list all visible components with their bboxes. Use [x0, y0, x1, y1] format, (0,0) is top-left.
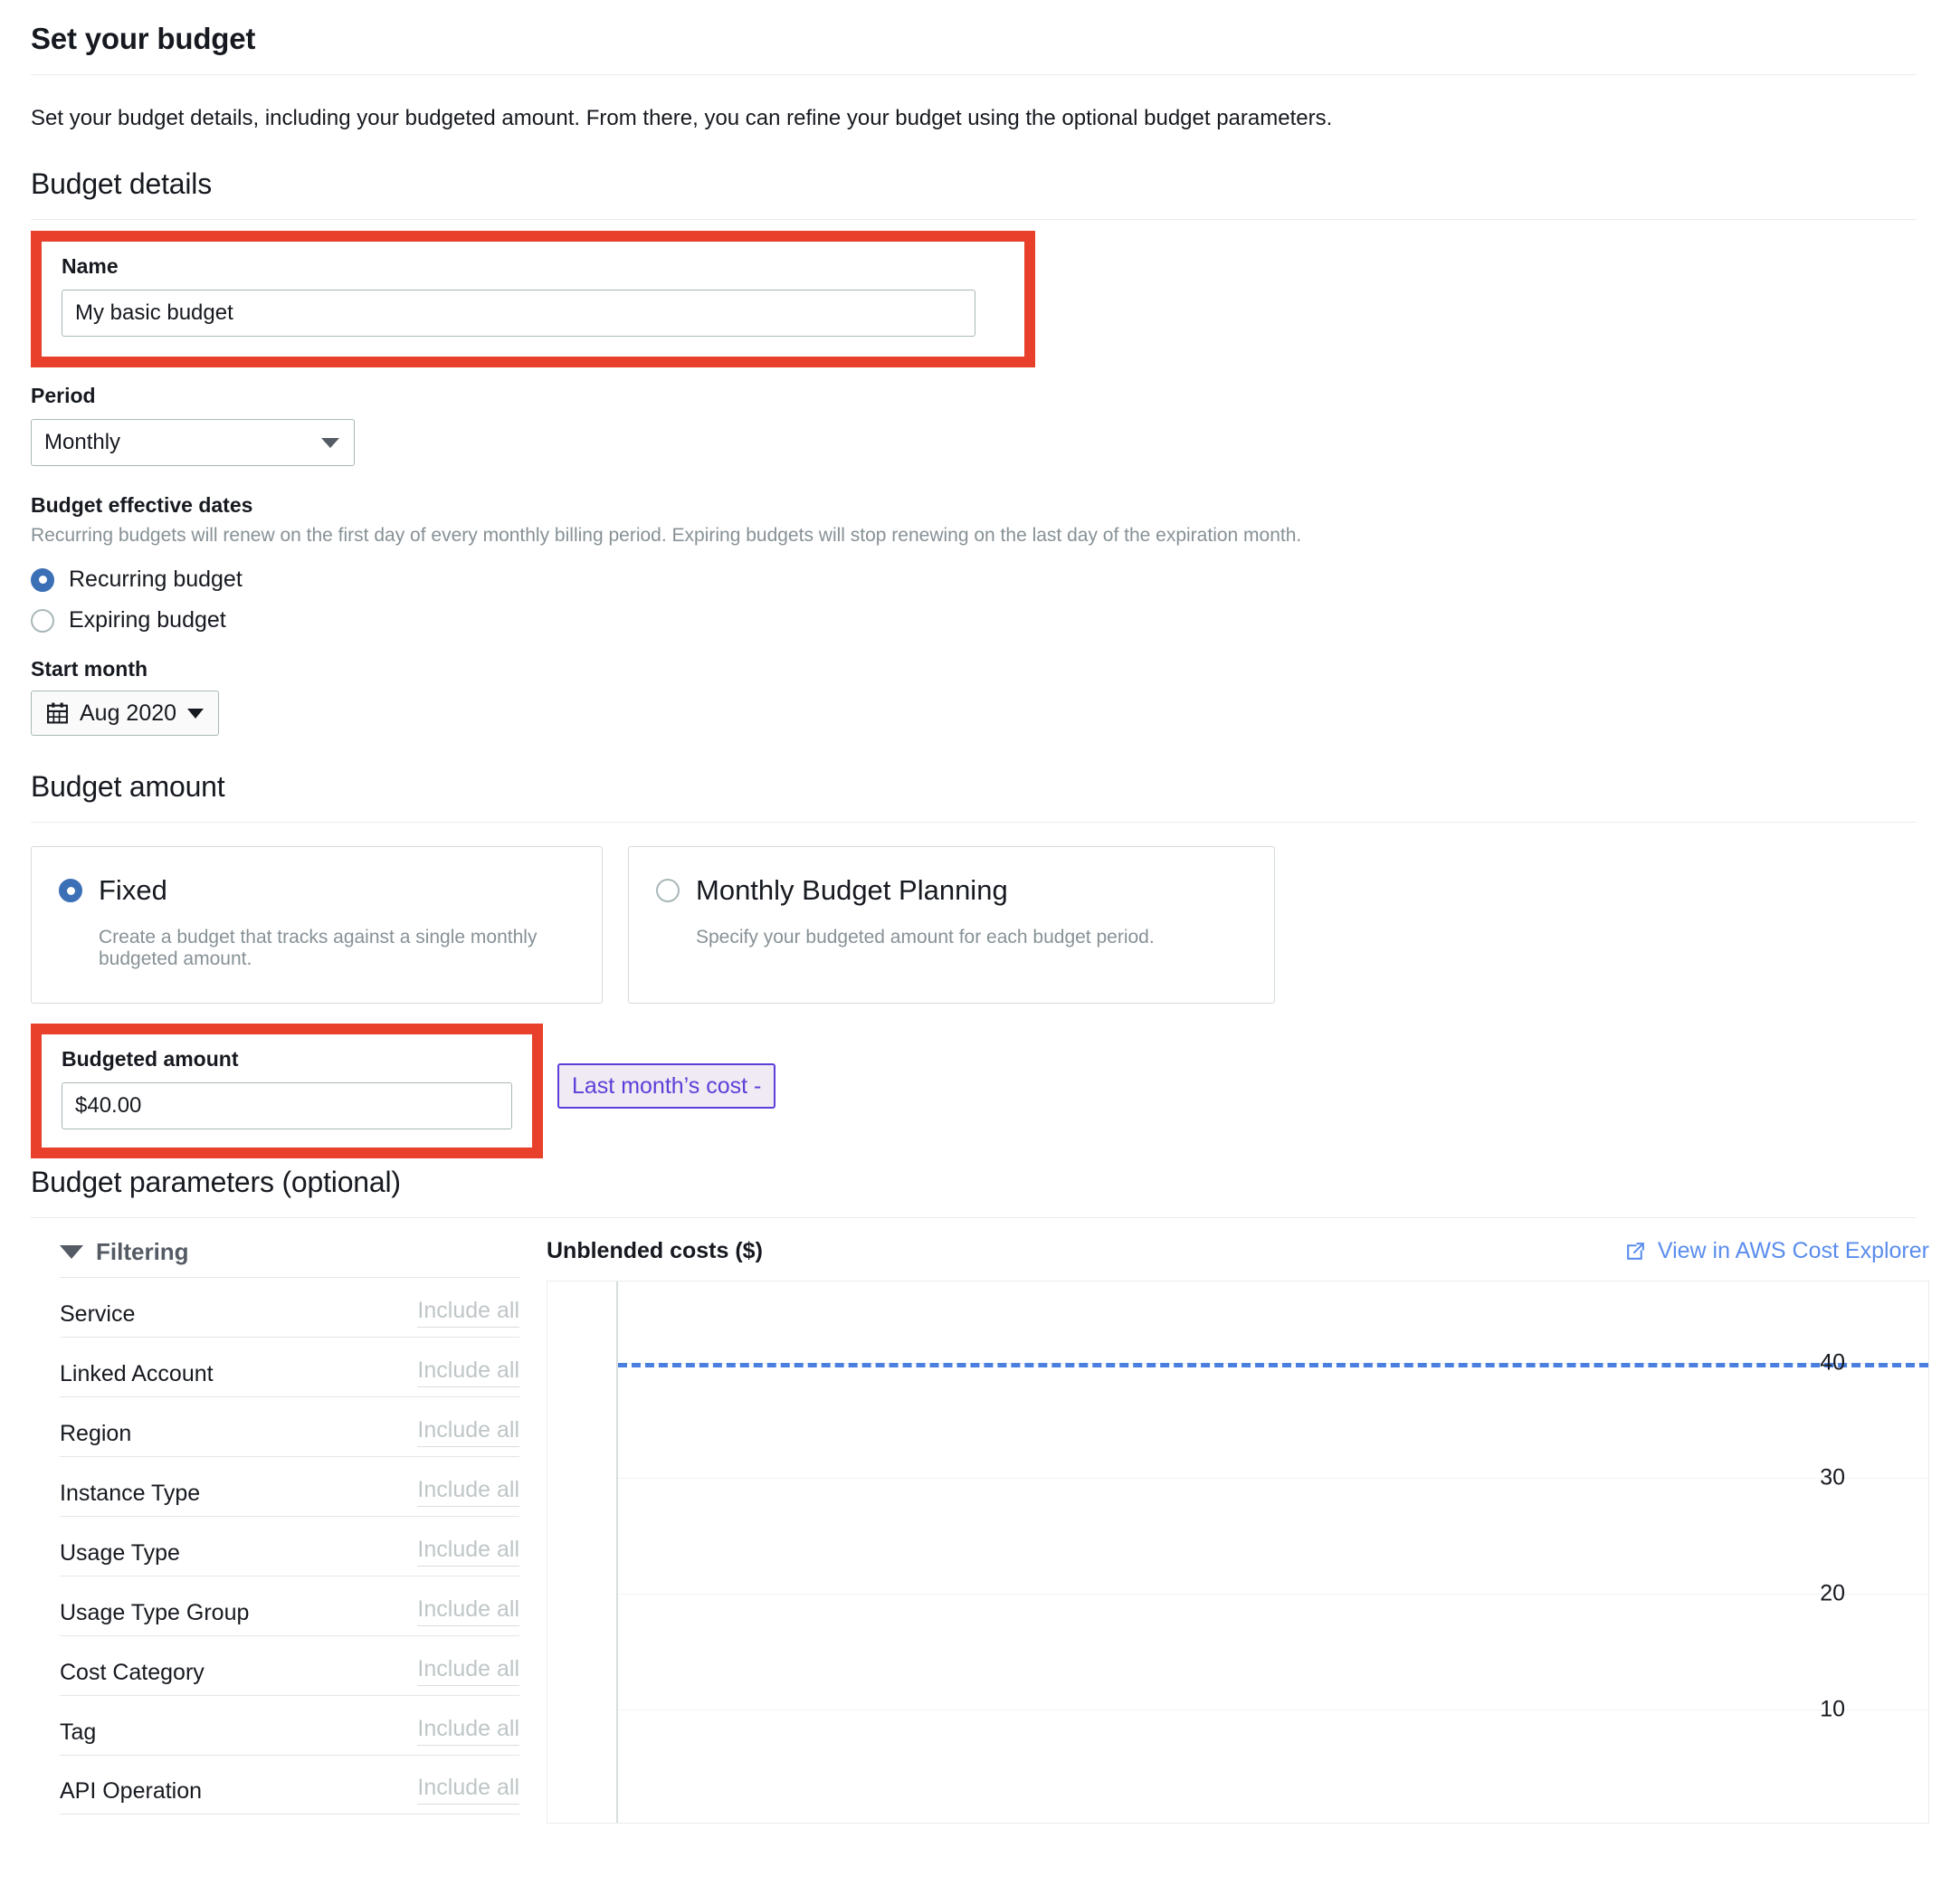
budgeted-amount-input[interactable] [62, 1082, 512, 1130]
budget-details-heading: Budget details [31, 167, 213, 201]
start-month-value: Aug 2020 [80, 700, 177, 726]
external-link-icon [1627, 1243, 1644, 1261]
filter-name: Service [60, 1301, 136, 1328]
monthly-budget-planning-description: Specify your budgeted amount for each bu… [696, 927, 1155, 948]
period-select[interactable]: Monthly [31, 419, 355, 467]
chevron-down-icon [187, 708, 205, 719]
start-month-picker-button[interactable]: Aug 2020 [31, 691, 220, 737]
filter-row[interactable]: Linked Account Include all [60, 1337, 519, 1396]
fixed-amount-radio[interactable] [59, 879, 82, 903]
filter-value[interactable]: Include all [417, 1716, 519, 1747]
filtering-toggle[interactable]: Filtering [31, 1238, 519, 1266]
filter-value[interactable]: Include all [417, 1357, 519, 1388]
budget-amount-options: Fixed Create a budget that tracks agains… [31, 846, 1929, 1005]
page-title: Set your budget [31, 22, 256, 55]
filter-row[interactable]: Service Include all [60, 1277, 519, 1337]
fixed-amount-description: Create a budget that tracks against a si… [99, 927, 538, 970]
filter-name: Tag [60, 1719, 97, 1746]
chart-plot-area [616, 1281, 1928, 1824]
filter-row[interactable]: Instance Type Include all [60, 1456, 519, 1516]
filter-row[interactable]: API Operation Include all [60, 1755, 519, 1815]
filter-value[interactable]: Include all [417, 1656, 519, 1687]
expiring-budget-label: Expiring budget [69, 607, 226, 633]
budget-amount-heading: Budget amount [31, 770, 225, 804]
last-month-cost-button[interactable]: Last month’s cost - [557, 1063, 776, 1110]
budget-name-input[interactable] [62, 290, 975, 338]
filter-value[interactable]: Include all [417, 1298, 519, 1329]
filter-value[interactable]: Include all [417, 1537, 519, 1567]
filter-name: API Operation [60, 1778, 203, 1805]
view-in-cost-explorer-label: View in AWS Cost Explorer [1657, 1238, 1929, 1264]
budget-threshold-line [618, 1362, 1928, 1367]
period-label: Period [31, 384, 96, 408]
filter-row[interactable]: Cost Category Include all [60, 1635, 519, 1695]
chevron-down-icon [321, 438, 339, 449]
monthly-budget-planning-title: Monthly Budget Planning [696, 874, 1008, 907]
filter-row[interactable]: Region Include all [60, 1396, 519, 1456]
effective-dates-label: Budget effective dates [31, 493, 253, 518]
start-month-label: Start month [31, 657, 148, 681]
budget-amount-divider [31, 822, 1917, 824]
expiring-budget-radio[interactable] [31, 608, 54, 633]
triangle-down-icon [60, 1245, 83, 1260]
budgeted-amount-label: Budgeted amount [62, 1047, 239, 1072]
filter-name: Usage Type Group [60, 1600, 250, 1626]
filter-value[interactable]: Include all [417, 1477, 519, 1508]
chart-y-tick-label: 10 [1820, 1696, 1845, 1722]
recurring-budget-option[interactable]: Recurring budget [31, 567, 1929, 593]
budget-parameters-divider [31, 1217, 1917, 1219]
filter-name: Region [60, 1421, 132, 1447]
budgeted-amount-annotation-box: Budgeted amount [31, 1024, 543, 1159]
chart-y-tick-label: 40 [1820, 1349, 1845, 1376]
page-description: Set your budget details, including your … [31, 106, 1333, 130]
name-label: Name [62, 254, 119, 279]
filtering-title: Filtering [96, 1238, 189, 1266]
fixed-amount-title: Fixed [99, 874, 167, 907]
expiring-budget-option[interactable]: Expiring budget [31, 607, 1929, 633]
budget-details-divider [31, 219, 1917, 221]
fixed-amount-card[interactable]: Fixed Create a budget that tracks agains… [31, 846, 603, 1005]
filter-list: Service Include all Linked Account Include … [31, 1277, 519, 1815]
filter-name: Instance Type [60, 1481, 201, 1507]
filter-row[interactable]: Usage Type Group Include all [60, 1576, 519, 1635]
filter-value[interactable]: Include all [417, 1417, 519, 1448]
filter-row[interactable]: Usage Type Include all [60, 1516, 519, 1576]
filtering-panel: Filtering Service Include all Linked Accou… [31, 1238, 519, 1824]
name-annotation-box: Name [31, 231, 1035, 368]
filter-value[interactable]: Include all [417, 1596, 519, 1627]
chart-gridline [618, 1594, 1928, 1595]
filter-name: Usage Type [60, 1540, 180, 1567]
chart-y-tick-label: 20 [1820, 1580, 1845, 1606]
view-in-cost-explorer-link[interactable]: View in AWS Cost Explorer [1624, 1238, 1929, 1264]
set-budget-page: Set your budget Set your budget details,… [0, 0, 1960, 1886]
title-divider [31, 74, 1917, 75]
filter-name: Cost Category [60, 1660, 205, 1686]
filter-name: Linked Account [60, 1361, 214, 1387]
chart-title: Unblended costs ($) [547, 1238, 763, 1264]
chart-y-tick-label: 30 [1820, 1464, 1845, 1491]
recurring-budget-radio[interactable] [31, 567, 54, 592]
chart-gridline [618, 1478, 1928, 1480]
effective-dates-hint: Recurring budgets will renew on the firs… [31, 525, 1302, 547]
period-selected-value: Monthly [44, 430, 121, 455]
monthly-budget-planning-card[interactable]: Monthly Budget Planning Specify your bud… [628, 846, 1275, 1005]
filter-row[interactable]: Tag Include all [60, 1695, 519, 1755]
budget-parameters-heading: Budget parameters (optional) [31, 1166, 401, 1199]
chart-panel-wrapper: Unblended costs ($) View in AWS Cost Exp… [547, 1238, 1929, 1824]
monthly-budget-planning-radio[interactable] [656, 879, 680, 903]
calendar-icon [47, 702, 68, 724]
recurring-budget-label: Recurring budget [69, 567, 243, 593]
unblended-costs-chart: 40 30 20 10 [547, 1281, 1929, 1824]
filter-value[interactable]: Include all [417, 1775, 519, 1805]
